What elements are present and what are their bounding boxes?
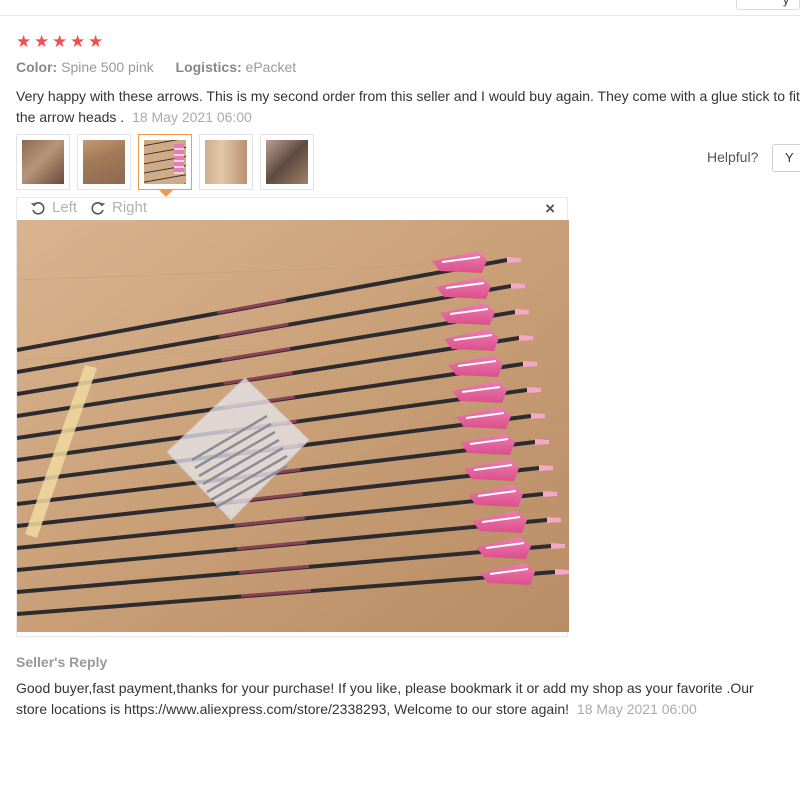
top-strip: y <box>0 0 800 16</box>
arrow-nock <box>523 361 537 367</box>
review-date: 18 May 2021 06:00 <box>132 109 252 125</box>
arrows-photo <box>17 220 569 632</box>
star-rating: ★ ★ ★ ★ ★ <box>16 32 104 51</box>
arrow-nock <box>507 257 521 263</box>
viewer-toolbar: Left Right × <box>17 198 569 220</box>
helpful-label: Helpful? <box>707 149 759 165</box>
arrow-nock <box>539 465 553 471</box>
thumbnail-4[interactable] <box>199 134 253 190</box>
arrow-nock <box>535 439 549 445</box>
rotate-left-icon <box>31 201 45 215</box>
helpful-yes-button[interactable]: Y <box>772 144 800 172</box>
arrow-nock <box>543 491 557 497</box>
thumbnail-5[interactable] <box>260 134 314 190</box>
thumbnail-image <box>205 140 247 184</box>
rotate-right-icon <box>91 201 105 215</box>
star-icon: ★ <box>70 32 86 51</box>
star-icon: ★ <box>34 32 50 51</box>
thumbnail-1[interactable] <box>16 134 70 190</box>
review-body: Very happy with these arrows. This is my… <box>16 86 800 128</box>
review-photo <box>17 220 569 632</box>
logistics-value: ePacket <box>245 59 297 75</box>
arrow-nock <box>555 569 569 575</box>
image-viewer: Left Right × <box>16 197 569 637</box>
order-attributes: Color: Spine 500 pink Logistics: ePacket <box>16 59 296 75</box>
thumbnail-image <box>266 140 308 184</box>
thumbnail-3-active[interactable] <box>138 134 192 197</box>
seller-reply-date: 18 May 2021 06:00 <box>576 701 697 717</box>
color-value: Spine 500 pink <box>61 59 154 75</box>
arrow-nock <box>527 387 541 393</box>
seller-reply-title: Seller's Reply <box>16 654 108 670</box>
star-icon: ★ <box>52 32 68 51</box>
arrow-nock <box>519 335 533 341</box>
arrow-nock <box>511 283 525 289</box>
thumbnail-2[interactable] <box>77 134 131 190</box>
color-label: Color: <box>16 59 58 75</box>
sort-dropdown[interactable]: y <box>736 0 800 10</box>
rotate-left-label: Left <box>52 199 78 216</box>
star-icon: ★ <box>16 32 32 51</box>
arrow-nock <box>531 413 545 419</box>
thumbnail-image <box>144 140 186 184</box>
review-thumbnails <box>16 134 314 197</box>
close-viewer-button[interactable]: × <box>545 200 555 218</box>
rotate-left-button[interactable]: Left <box>30 199 77 216</box>
star-icon: ★ <box>88 32 104 51</box>
rotate-right-label: Right <box>112 199 148 216</box>
thumbnail-image <box>83 140 125 184</box>
logistics-label: Logistics: <box>175 59 242 75</box>
rotate-right-button[interactable]: Right <box>90 199 147 216</box>
arrow-nock <box>551 543 565 549</box>
arrow-nock <box>515 309 529 315</box>
seller-reply-body: Good buyer,fast payment,thanks for your … <box>16 678 776 720</box>
thumbnail-image <box>22 140 64 184</box>
arrow-nock <box>547 517 561 523</box>
